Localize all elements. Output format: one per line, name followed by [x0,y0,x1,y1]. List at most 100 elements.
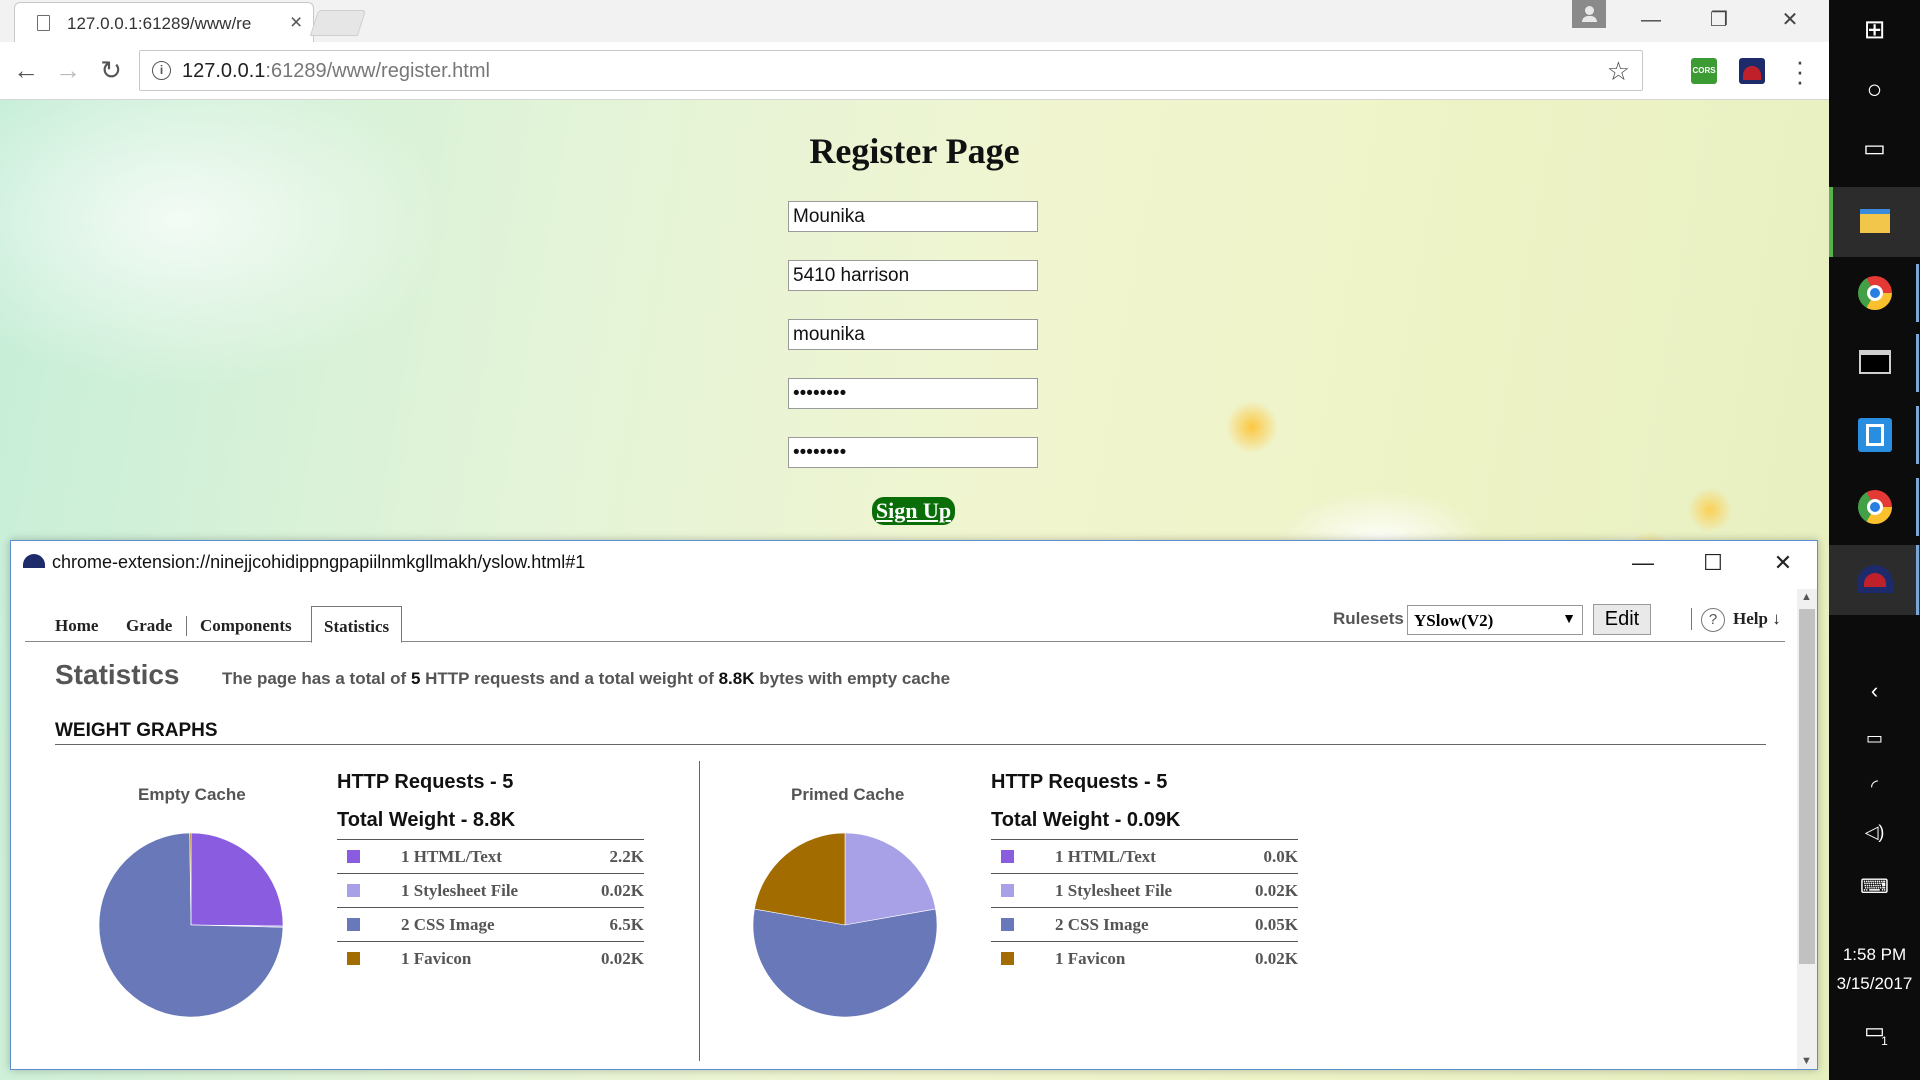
empty-cache-row: 1 Stylesheet File 0.02K [337,873,644,907]
primed-cache-row: 1 Stylesheet File 0.02K [991,873,1298,907]
taskbar-command-prompt[interactable] [1829,328,1920,398]
terminal-icon [1859,350,1891,374]
tab-components[interactable]: Components [186,616,292,636]
empty-cache-pie-chart [98,832,284,1018]
password-field[interactable] [788,378,1038,409]
username-field[interactable] [788,319,1038,350]
empty-cache-label: Empty Cache [138,785,246,804]
component-label: 1 HTML/Text [401,847,502,866]
reload-icon[interactable]: ↻ [93,52,129,88]
primed-cache-table: 1 HTML/Text 0.0K 1 Stylesheet File 0.02K 2 C… [991,839,1298,975]
empty-cache-requests-title: HTTP Requests - 5 [337,771,514,793]
component-weight: 0.02K [601,881,644,900]
primed-cache-label: Primed Cache [791,785,905,804]
yslow-scrollbar[interactable]: ▲ ▼ [1797,589,1817,1069]
task-view-icon[interactable]: ▭ [1829,134,1920,163]
search-circle-icon[interactable]: ○ [1829,74,1920,105]
yslow-logo-icon [23,554,45,568]
yslow-titlebar: chrome-extension://ninejjcohidippngpapii… [11,541,1817,585]
tab-grade[interactable]: Grade [126,616,172,636]
empty-cache-row: 2 CSS Image 6.5K [337,907,644,941]
yslow-maximize-button[interactable]: ☐ [1678,541,1748,585]
pie-slice [190,832,284,927]
windows-taskbar: ⊞ ○ ▭ ‹ ▭ ◜ ◁) ⌨ 1:58 PM 3/15/2017 ▭ 1 [1829,0,1920,1080]
forward-arrow-icon[interactable]: → [50,52,86,88]
tab-statistics[interactable]: Statistics [311,606,403,643]
site-info-icon[interactable]: i [152,61,171,80]
component-weight: 0.05K [1255,915,1298,934]
keyboard-icon[interactable]: ⌨ [1829,874,1920,899]
tab-home[interactable]: Home [55,616,98,636]
yslow-extension-icon[interactable] [1739,58,1765,84]
taskbar-app[interactable] [1829,400,1920,470]
close-window-button[interactable]: ✕ [1761,0,1819,40]
new-tab-button[interactable] [309,10,367,36]
rulesets-dropdown[interactable]: YSlow(V2) ▼ [1407,605,1583,635]
legend-swatch [347,884,360,897]
sign-up-button[interactable]: Sign Up [872,497,955,525]
primed-cache-row: 1 Favicon 0.02K [991,941,1298,975]
chrome-icon [1858,276,1892,310]
statistics-heading: Statistics [55,659,180,690]
browser-menu-icon[interactable]: · · · [1790,48,1810,94]
yslow-close-button[interactable]: ✕ [1748,541,1817,585]
component-label: 1 Stylesheet File [1055,881,1173,900]
confirm-password-field[interactable] [788,437,1038,468]
component-label: 2 CSS Image [1055,915,1149,934]
scroll-down-icon[interactable]: ▼ [1801,1055,1812,1067]
weight-graphs-heading: WEIGHT GRAPHS [55,720,1766,745]
scrollbar-thumb[interactable] [1799,609,1815,964]
component-weight: 2.2K [609,847,644,866]
page-icon [37,15,50,31]
component-label: 1 Favicon [1055,949,1126,968]
restore-window-button[interactable]: ❐ [1690,0,1748,40]
component-label: 1 HTML/Text [1055,847,1156,866]
taskbar-yslow[interactable] [1829,545,1920,615]
empty-cache-row: 1 HTML/Text 2.2K [337,839,644,873]
browser-tab[interactable]: 127.0.0.1:61289/www/re × [14,2,314,44]
taskbar-clock[interactable]: 1:58 PM 3/15/2017 [1829,940,1920,998]
cors-extension-icon[interactable]: CORS [1691,58,1717,84]
empty-cache-weight-title: Total Weight - 8.8K [337,809,516,831]
page-title: Register Page [809,131,1020,171]
primed-cache-requests-title: HTTP Requests - 5 [991,771,1168,793]
taskbar-file-explorer[interactable] [1829,187,1920,257]
help-icon[interactable]: ? [1701,608,1725,632]
bookmark-star-icon[interactable]: ☆ [1607,56,1630,87]
first-name-field[interactable] [788,201,1038,232]
minimize-window-button[interactable]: — [1622,0,1680,40]
yslow-window-url: chrome-extension://ninejjcohidippngpapii… [52,552,586,572]
graphs-divider [699,761,700,1061]
legend-swatch [347,918,360,931]
volume-icon[interactable]: ◁) [1829,822,1920,843]
notification-count: 1 [1881,1034,1888,1048]
legend-swatch [1001,918,1014,931]
component-label: 1 Stylesheet File [401,881,519,900]
legend-swatch [347,850,360,863]
help-menu[interactable]: Help ↓ [1733,609,1781,629]
chevron-left-icon[interactable]: ‹ [1829,678,1920,704]
battery-icon[interactable]: ▭ [1829,728,1920,749]
user-profile-icon[interactable] [1572,0,1606,28]
clock-time: 1:58 PM [1842,945,1907,964]
pie-slice [754,832,846,926]
address-field[interactable] [788,260,1038,291]
yslow-minimize-button[interactable]: — [1608,541,1678,585]
windows-start-icon[interactable]: ⊞ [1829,14,1920,45]
browser-tab-strip: 127.0.0.1:61289/www/re × — ❐ ✕ [0,0,1829,44]
taskbar-chrome-2[interactable] [1829,472,1920,542]
statistics-summary: The page has a total of 5 HTTP requests … [222,669,951,688]
taskbar-chrome-1[interactable] [1829,258,1920,328]
primed-cache-weight-title: Total Weight - 0.09K [991,809,1181,831]
address-bar[interactable]: i 127.0.0.1:61289/www/register.html ☆ [139,50,1643,91]
close-tab-icon[interactable]: × [290,11,302,35]
wifi-icon[interactable]: ◜ [1829,776,1920,797]
empty-cache-row: 1 Favicon 0.02K [337,941,644,975]
back-arrow-icon[interactable]: ← [8,52,44,88]
browser-toolbar: ← → ↻ i 127.0.0.1:61289/www/register.htm… [0,42,1829,100]
component-weight: 0.02K [601,949,644,968]
scroll-up-icon[interactable]: ▲ [1801,591,1812,603]
folder-icon [1860,209,1890,233]
component-weight: 0.02K [1255,881,1298,900]
edit-ruleset-button[interactable]: Edit [1593,604,1651,635]
